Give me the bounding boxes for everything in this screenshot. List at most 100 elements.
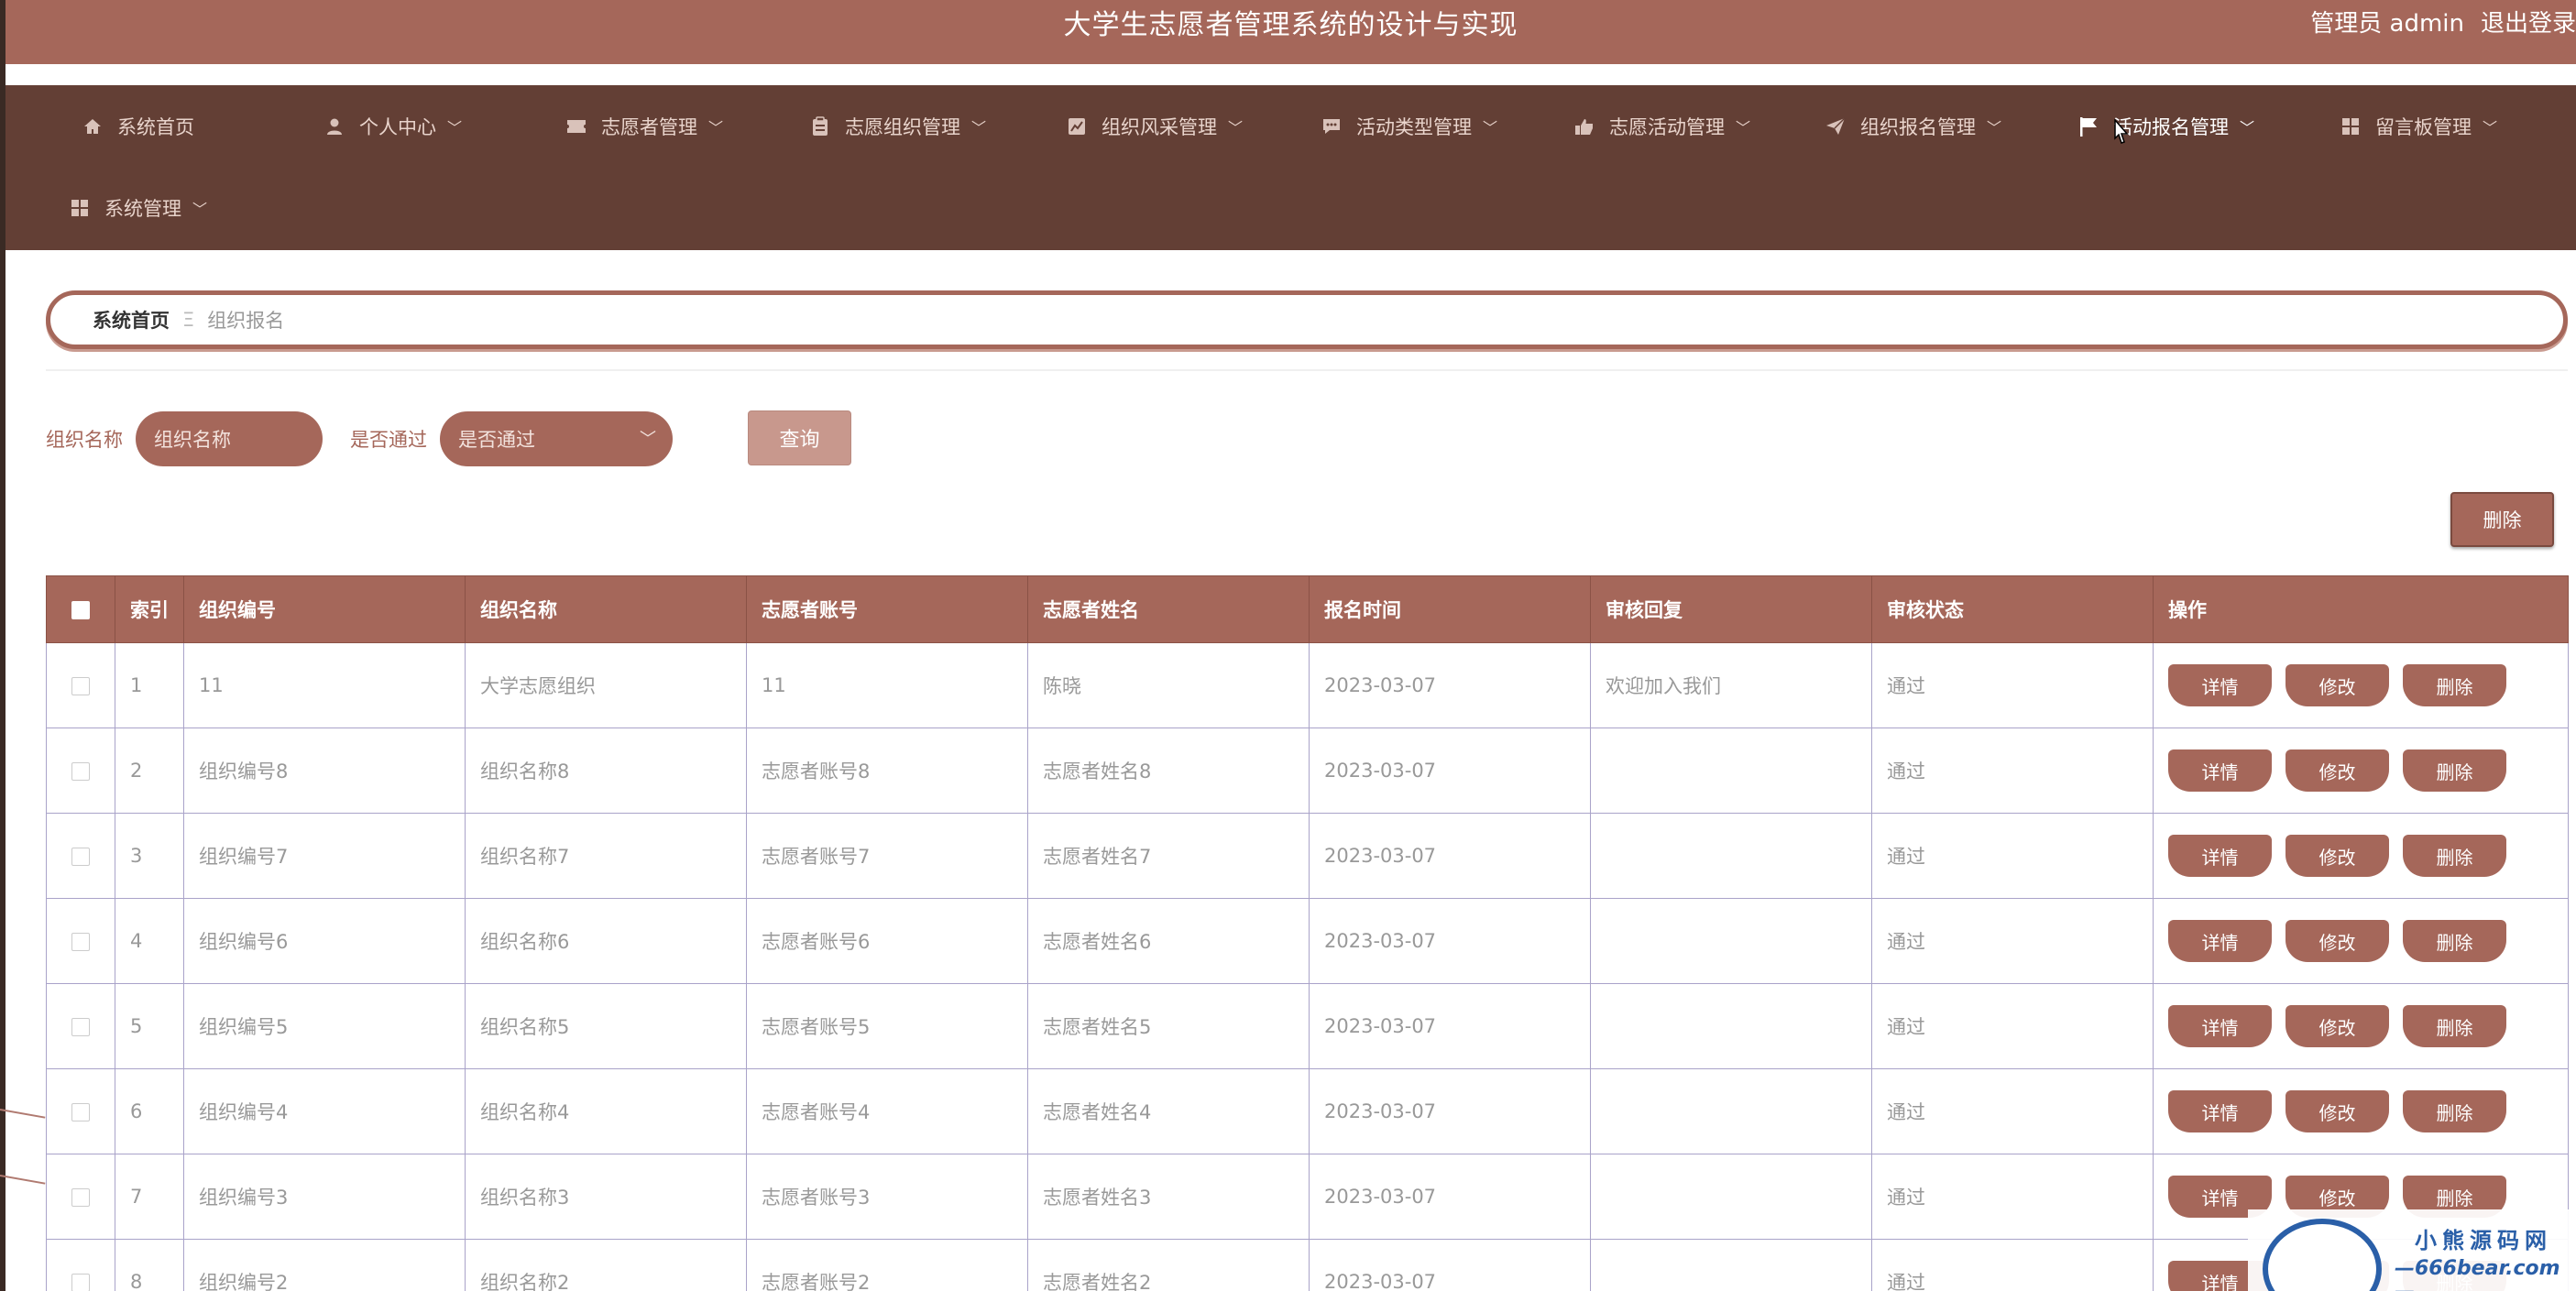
row-checkbox[interactable]	[71, 848, 90, 866]
edit-button[interactable]: 修改	[2286, 749, 2389, 792]
chevron-down-icon: ﹀	[1228, 119, 1244, 137]
nav-item-activity-type[interactable]: 活动类型管理 ﹀	[1321, 104, 1497, 149]
detail-button[interactable]: 详情	[2168, 1090, 2272, 1132]
select-all-checkbox[interactable]	[71, 601, 90, 619]
cell-volunteer-name: 志愿者姓名6	[1027, 898, 1310, 984]
cell-org-no: 组织编号7	[183, 813, 466, 899]
cell-signup-time: 2023-03-07	[1309, 813, 1591, 899]
batch-delete-button[interactable]: 删除	[2450, 492, 2554, 547]
nav-item-label: 系统首页	[117, 116, 194, 138]
table-row: 3 组织编号7 组织名称7 志愿者账号7 志愿者姓名7 2023-03-07 通…	[46, 813, 2569, 899]
cell-account: 志愿者账号2	[746, 1239, 1028, 1291]
row-checkbox[interactable]	[71, 762, 90, 781]
send-icon	[1825, 116, 1846, 137]
nav-item-org-signup[interactable]: 组织报名管理 ﹀	[1825, 104, 2001, 149]
breadcrumb: 系统首页 Ξ 组织报名	[46, 290, 2568, 349]
clipboard-icon	[810, 116, 830, 137]
nav-item-message-board[interactable]: 留言板管理 ﹀	[2340, 104, 2497, 149]
cell-org-no: 组织编号8	[183, 728, 466, 814]
nav-item-volunteer-org[interactable]: 志愿组织管理 ﹀	[810, 104, 986, 149]
cell-reply	[1590, 1068, 1872, 1154]
cell-org-no: 组织编号2	[183, 1239, 466, 1291]
top-header: 大学生志愿者管理系统的设计与实现 管理员 admin 退出登录	[5, 0, 2576, 64]
system-title: 大学生志愿者管理系统的设计与实现	[1063, 9, 1518, 41]
delete-button[interactable]: 删除	[2403, 1005, 2506, 1047]
row-checkbox[interactable]	[71, 1274, 90, 1291]
cell-actions: 详情修改删除	[2153, 642, 2569, 728]
table-row: 5 组织编号5 组织名称5 志愿者账号5 志愿者姓名5 2023-03-07 通…	[46, 983, 2569, 1069]
cell-signup-time: 2023-03-07	[1309, 1239, 1591, 1291]
main-nav: 系统首页 个人中心 ﹀ 志愿者管理 ﹀ 志愿组织管理 ﹀ 组织风采管理 ﹀ 活动…	[5, 85, 2576, 250]
cell-account: 11	[746, 642, 1028, 728]
row-checkbox[interactable]	[71, 1103, 90, 1121]
delete-button[interactable]: 删除	[2403, 749, 2506, 792]
cell-index: 7	[115, 1154, 184, 1240]
cell-signup-time: 2023-03-07	[1309, 728, 1591, 814]
admin-user-label: 管理员 admin	[2310, 10, 2464, 38]
edit-button[interactable]: 修改	[2286, 1090, 2389, 1132]
cell-actions: 详情修改删除	[2153, 898, 2569, 984]
chevron-down-icon: ﹀	[1483, 119, 1498, 137]
row-select-cell	[46, 728, 115, 814]
row-checkbox[interactable]	[71, 1018, 90, 1036]
delete-button[interactable]: 删除	[2403, 1090, 2506, 1132]
row-checkbox[interactable]	[71, 933, 90, 951]
cell-org-name: 组织名称3	[465, 1154, 747, 1240]
table-row: 2 组织编号8 组织名称8 志愿者账号8 志愿者姓名8 2023-03-07 通…	[46, 728, 2569, 814]
pass-status-label: 是否通过	[350, 429, 427, 451]
detail-button[interactable]: 详情	[2168, 749, 2272, 792]
query-button[interactable]: 查询	[748, 410, 851, 465]
delete-button[interactable]: 删除	[2403, 664, 2506, 706]
breadcrumb-current: 组织报名	[207, 310, 285, 332]
row-select-cell	[46, 983, 115, 1069]
nav-item-system-admin[interactable]: 系统管理 ﹀	[70, 185, 207, 231]
row-checkbox[interactable]	[71, 1188, 90, 1207]
cell-status: 通过	[1871, 1068, 2154, 1154]
detail-button[interactable]: 详情	[2168, 1005, 2272, 1047]
chevron-down-icon: ﹀	[708, 119, 724, 137]
header-org-name: 组织名称	[465, 575, 747, 643]
nav-item-volunteer-activity[interactable]: 志愿活动管理 ﹀	[1574, 104, 1750, 149]
breadcrumb-separator: Ξ	[182, 309, 195, 331]
org-name-input[interactable]: 组织名称	[136, 411, 323, 466]
bear-logo-icon	[2263, 1219, 2382, 1291]
edit-button[interactable]: 修改	[2286, 664, 2389, 706]
cell-actions: 详情修改删除	[2153, 728, 2569, 814]
nav-item-volunteer[interactable]: 志愿者管理 ﹀	[566, 104, 723, 149]
divider	[46, 369, 2568, 371]
detail-button[interactable]: 详情	[2168, 835, 2272, 877]
chevron-down-icon: ﹀	[1736, 119, 1751, 137]
table-row: 4 组织编号6 组织名称6 志愿者账号6 志愿者姓名6 2023-03-07 通…	[46, 898, 2569, 984]
nav-item-activity-signup[interactable]: 活动报名管理 ﹀	[2078, 104, 2254, 149]
table-row: 8 组织编号2 组织名称2 志愿者账号2 志愿者姓名2 2023-03-07 通…	[46, 1239, 2569, 1291]
nav-item-org-style[interactable]: 组织风采管理 ﹀	[1067, 104, 1243, 149]
delete-button[interactable]: 删除	[2403, 835, 2506, 877]
cell-volunteer-name: 志愿者姓名4	[1027, 1068, 1310, 1154]
header-status: 审核状态	[1871, 575, 2154, 643]
logout-link[interactable]: 退出登录	[2481, 10, 2576, 38]
edit-button[interactable]: 修改	[2286, 835, 2389, 877]
nav-item-personal-center[interactable]: 个人中心 ﹀	[324, 104, 462, 149]
chevron-down-icon: ﹀	[1987, 119, 2002, 137]
nav-item-home[interactable]: 系统首页	[82, 104, 194, 149]
edit-button[interactable]: 修改	[2286, 920, 2389, 962]
cell-org-name: 组织名称8	[465, 728, 747, 814]
pass-status-select[interactable]: 是否通过 ﹀	[440, 411, 673, 466]
delete-button[interactable]: 删除	[2403, 920, 2506, 962]
cell-index: 3	[115, 813, 184, 899]
cell-org-no: 11	[183, 642, 466, 728]
cell-status: 通过	[1871, 642, 2154, 728]
detail-button[interactable]: 详情	[2168, 920, 2272, 962]
cell-actions: 详情修改删除	[2153, 983, 2569, 1069]
cell-index: 5	[115, 983, 184, 1069]
cell-account: 志愿者账号8	[746, 728, 1028, 814]
table-header-row: 索引 组织编号 组织名称 志愿者账号 志愿者姓名 报名时间 审核回复 审核状态 …	[46, 575, 2569, 643]
cell-org-name: 组织名称2	[465, 1239, 747, 1291]
detail-button[interactable]: 详情	[2168, 664, 2272, 706]
mouse-cursor-icon	[2114, 119, 2129, 144]
breadcrumb-home[interactable]: 系统首页	[93, 306, 170, 334]
cell-org-no: 组织编号4	[183, 1068, 466, 1154]
edit-button[interactable]: 修改	[2286, 1005, 2389, 1047]
row-checkbox[interactable]	[71, 677, 90, 695]
decorative-line	[0, 1175, 46, 1185]
